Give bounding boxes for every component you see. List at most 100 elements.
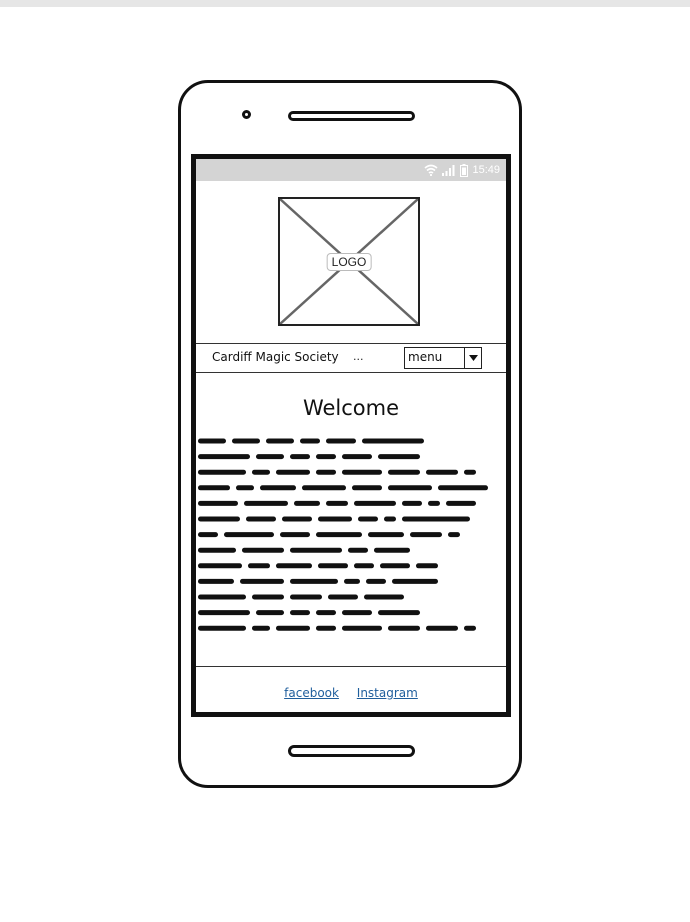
browser-top-strip bbox=[0, 0, 690, 7]
scribble-word bbox=[242, 547, 284, 553]
status-time: 15:49 bbox=[472, 164, 500, 176]
scribble-word bbox=[380, 563, 410, 569]
scribble-word bbox=[198, 469, 246, 475]
footer-divider bbox=[196, 666, 506, 667]
scribble-word bbox=[252, 469, 270, 475]
scribble-word bbox=[198, 500, 238, 506]
home-button[interactable] bbox=[288, 745, 415, 757]
scribble-word bbox=[384, 516, 396, 522]
scribble-word bbox=[388, 469, 420, 475]
scribble-word bbox=[198, 454, 250, 460]
scribble-word bbox=[410, 532, 442, 538]
scribble-word bbox=[256, 610, 284, 616]
scribble-word bbox=[198, 485, 230, 491]
scribble-word bbox=[198, 563, 242, 569]
scribble-word bbox=[344, 578, 360, 584]
scribble-word bbox=[348, 547, 368, 553]
scribble-word bbox=[300, 438, 320, 444]
logo-placeholder: LOGO bbox=[278, 197, 420, 326]
scribble-word bbox=[198, 625, 246, 631]
scribble-word bbox=[294, 500, 320, 506]
scribble-word bbox=[464, 625, 476, 631]
scribble-word bbox=[388, 625, 420, 631]
scribble-word bbox=[342, 469, 382, 475]
scribble-word bbox=[438, 485, 488, 491]
scribble-word bbox=[256, 454, 284, 460]
site-name[interactable]: Cardiff Magic Society bbox=[212, 350, 339, 364]
scribble-word bbox=[244, 500, 288, 506]
navbar: Cardiff Magic Society ... menu bbox=[196, 343, 506, 373]
scribble-word bbox=[326, 500, 348, 506]
scribble-word bbox=[326, 438, 356, 444]
scribble-word bbox=[236, 485, 254, 491]
scribble-word bbox=[276, 563, 312, 569]
scribble-word bbox=[342, 454, 372, 460]
scribble-word bbox=[464, 469, 476, 475]
scribble-word bbox=[354, 500, 396, 506]
scribble-word bbox=[352, 485, 382, 491]
scribble-word bbox=[378, 454, 420, 460]
scribble-word bbox=[290, 454, 310, 460]
scribble-word bbox=[316, 454, 336, 460]
scribble-word bbox=[290, 578, 338, 584]
scribble-word bbox=[374, 547, 410, 553]
scribble-word bbox=[388, 485, 432, 491]
scribble-word bbox=[328, 594, 358, 600]
scribble-word bbox=[342, 610, 372, 616]
phone-screen: 15:49 LOGO Cardiff Magic Society ... men… bbox=[191, 154, 511, 717]
scribble-word bbox=[302, 485, 346, 491]
scribble-word bbox=[428, 500, 440, 506]
scribble-word bbox=[316, 532, 362, 538]
scribble-word bbox=[342, 625, 382, 631]
scribble-word bbox=[198, 532, 218, 538]
scribble-word bbox=[280, 532, 310, 538]
footer-links: facebook Instagram bbox=[196, 686, 506, 700]
scribble-word bbox=[316, 469, 336, 475]
scribble-word bbox=[368, 532, 404, 538]
scribble-word bbox=[316, 610, 336, 616]
battery-icon bbox=[460, 163, 469, 177]
body-text-scribble bbox=[198, 438, 488, 631]
scribble-word bbox=[318, 516, 352, 522]
scribble-word bbox=[378, 610, 420, 616]
instagram-link[interactable]: Instagram bbox=[357, 686, 418, 700]
scribble-word bbox=[260, 485, 296, 491]
scribble-word bbox=[276, 469, 310, 475]
status-icons: 15:49 bbox=[424, 162, 500, 178]
scribble-word bbox=[362, 438, 424, 444]
chevron-down-icon[interactable] bbox=[465, 348, 481, 368]
scribble-word bbox=[240, 578, 284, 584]
ellipsis-text: ... bbox=[353, 350, 364, 363]
scribble-word bbox=[198, 547, 236, 553]
scribble-word bbox=[392, 578, 438, 584]
scribble-word bbox=[426, 469, 458, 475]
scribble-word bbox=[198, 578, 234, 584]
menu-dropdown[interactable]: menu bbox=[404, 347, 482, 369]
page-title: Welcome bbox=[302, 396, 400, 420]
scribble-word bbox=[224, 532, 274, 538]
scribble-word bbox=[252, 594, 284, 600]
scribble-word bbox=[232, 438, 260, 444]
scribble-word bbox=[276, 625, 310, 631]
scribble-word bbox=[426, 625, 458, 631]
scribble-word bbox=[416, 563, 438, 569]
scribble-word bbox=[354, 563, 374, 569]
scribble-word bbox=[282, 516, 312, 522]
logo-label: LOGO bbox=[326, 252, 372, 271]
scribble-word bbox=[198, 438, 226, 444]
scribble-word bbox=[402, 500, 422, 506]
scribble-word bbox=[290, 594, 322, 600]
scribble-word bbox=[366, 578, 386, 584]
speaker-grille bbox=[288, 111, 415, 121]
scribble-word bbox=[198, 610, 250, 616]
scribble-word bbox=[252, 625, 270, 631]
status-bar: 15:49 bbox=[196, 159, 506, 181]
scribble-word bbox=[364, 594, 404, 600]
menu-selected-value: menu bbox=[405, 348, 465, 368]
scribble-word bbox=[198, 516, 240, 522]
camera-icon bbox=[242, 110, 251, 119]
facebook-link[interactable]: facebook bbox=[284, 686, 339, 700]
scribble-word bbox=[266, 438, 294, 444]
scribble-word bbox=[316, 625, 336, 631]
scribble-word bbox=[402, 516, 470, 522]
